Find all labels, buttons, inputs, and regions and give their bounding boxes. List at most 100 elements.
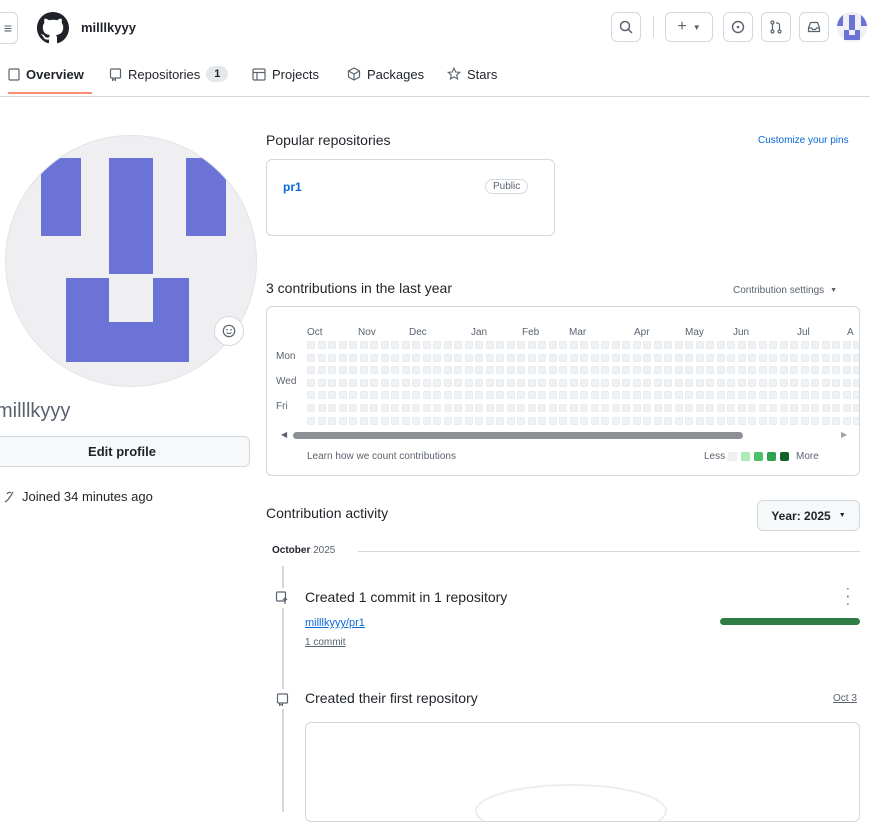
contribution-day-cell[interactable] <box>527 366 536 375</box>
contribution-day-cell[interactable] <box>821 416 830 425</box>
contribution-day-cell[interactable] <box>538 391 546 400</box>
contribution-day-cell[interactable] <box>527 378 536 387</box>
contribution-day-cell[interactable] <box>538 404 546 412</box>
contribution-day-cell[interactable] <box>338 353 347 362</box>
contribution-day-cell[interactable] <box>769 404 777 412</box>
contribution-day-cell[interactable] <box>779 341 788 349</box>
contribution-day-cell[interactable] <box>695 366 704 375</box>
contribution-day-cell[interactable] <box>485 404 494 412</box>
contribution-day-cell[interactable] <box>464 378 473 387</box>
contribution-day-cell[interactable] <box>548 366 557 375</box>
contribution-day-cell[interactable] <box>517 378 525 387</box>
contribution-day-cell[interactable] <box>580 404 588 412</box>
contribution-day-cell[interactable] <box>433 378 441 387</box>
contribution-day-cell[interactable] <box>538 378 546 387</box>
contribution-day-cell[interactable] <box>716 341 725 349</box>
contribution-day-cell[interactable] <box>727 416 735 425</box>
contribution-day-cell[interactable] <box>506 391 515 400</box>
contribution-day-cell[interactable] <box>695 404 704 412</box>
contribution-day-cell[interactable] <box>748 404 756 412</box>
contribution-day-cell[interactable] <box>685 391 693 400</box>
contribution-day-cell[interactable] <box>632 378 641 387</box>
contribution-day-cell[interactable] <box>842 366 851 375</box>
contribution-day-cell[interactable] <box>695 391 704 400</box>
contribution-day-cell[interactable] <box>422 416 431 425</box>
contribution-day-cell[interactable] <box>800 391 809 400</box>
contribution-day-cell[interactable] <box>716 416 725 425</box>
contribution-day-cell[interactable] <box>569 341 578 349</box>
contribution-day-cell[interactable] <box>748 378 756 387</box>
contribution-day-cell[interactable] <box>443 378 452 387</box>
contribution-day-cell[interactable] <box>433 353 441 362</box>
commit-count-link[interactable]: 1 commit <box>305 637 346 648</box>
learn-contributions-link[interactable]: Learn how we count contributions <box>307 451 456 462</box>
contribution-day-cell[interactable] <box>506 366 515 375</box>
contribution-day-cell[interactable] <box>464 341 473 349</box>
contribution-day-cell[interactable] <box>769 341 777 349</box>
contribution-day-cell[interactable] <box>380 341 389 349</box>
contribution-day-cell[interactable] <box>391 404 399 412</box>
contribution-day-cell[interactable] <box>412 341 420 349</box>
contribution-day-cell[interactable] <box>349 378 357 387</box>
contribution-day-cell[interactable] <box>800 404 809 412</box>
contribution-day-cell[interactable] <box>611 353 620 362</box>
contribution-day-cell[interactable] <box>674 391 683 400</box>
contribution-day-cell[interactable] <box>433 404 441 412</box>
contribution-day-cell[interactable] <box>664 378 672 387</box>
tab-packages[interactable]: Packages <box>347 64 424 84</box>
contribution-day-cell[interactable] <box>391 391 399 400</box>
contribution-day-cell[interactable] <box>800 416 809 425</box>
contribution-day-cell[interactable] <box>317 353 326 362</box>
contribution-day-cell[interactable] <box>443 353 452 362</box>
contribution-day-cell[interactable] <box>328 378 336 387</box>
contribution-day-cell[interactable] <box>317 341 326 349</box>
contribution-day-cell[interactable] <box>800 353 809 362</box>
contribution-day-cell[interactable] <box>454 341 462 349</box>
contribution-day-cell[interactable] <box>559 391 567 400</box>
contribution-day-cell[interactable] <box>391 353 399 362</box>
contribution-day-cell[interactable] <box>590 353 599 362</box>
contribution-day-cell[interactable] <box>496 378 504 387</box>
contribution-day-cell[interactable] <box>758 416 767 425</box>
contribution-day-cell[interactable] <box>548 416 557 425</box>
contribution-day-cell[interactable] <box>832 404 840 412</box>
contribution-day-cell[interactable] <box>632 391 641 400</box>
contribution-day-cell[interactable] <box>643 404 651 412</box>
contribution-day-cell[interactable] <box>328 391 336 400</box>
contribution-day-cell[interactable] <box>811 404 819 412</box>
contribution-day-cell[interactable] <box>443 391 452 400</box>
contribution-day-cell[interactable] <box>580 341 588 349</box>
contribution-day-cell[interactable] <box>685 341 693 349</box>
contribution-day-cell[interactable] <box>349 416 357 425</box>
contribution-day-cell[interactable] <box>349 353 357 362</box>
contribution-day-cell[interactable] <box>307 416 315 425</box>
contribution-day-cell[interactable] <box>569 404 578 412</box>
contribution-day-cell[interactable] <box>464 416 473 425</box>
contribution-day-cell[interactable] <box>422 366 431 375</box>
contribution-day-cell[interactable] <box>842 341 851 349</box>
contribution-day-cell[interactable] <box>790 366 798 375</box>
contribution-day-cell[interactable] <box>517 416 525 425</box>
contribution-day-cell[interactable] <box>475 341 483 349</box>
contribution-day-cell[interactable] <box>475 404 483 412</box>
contribution-day-cell[interactable] <box>527 391 536 400</box>
contribution-day-cell[interactable] <box>412 404 420 412</box>
contribution-day-cell[interactable] <box>611 391 620 400</box>
contribution-day-cell[interactable] <box>674 404 683 412</box>
contribution-day-cell[interactable] <box>422 391 431 400</box>
contribution-day-cell[interactable] <box>338 378 347 387</box>
contribution-day-cell[interactable] <box>716 378 725 387</box>
commit-repo-link[interactable]: milllkyyy/pr1 <box>305 617 365 629</box>
contribution-day-cell[interactable] <box>695 353 704 362</box>
contribution-day-cell[interactable] <box>548 353 557 362</box>
contribution-day-cell[interactable] <box>307 353 315 362</box>
contribution-day-cell[interactable] <box>653 341 662 349</box>
contribution-day-cell[interactable] <box>496 341 504 349</box>
contribution-day-cell[interactable] <box>454 366 462 375</box>
contribution-day-cell[interactable] <box>359 366 368 375</box>
contribution-day-cell[interactable] <box>769 366 777 375</box>
contribution-day-cell[interactable] <box>601 404 609 412</box>
contribution-day-cell[interactable] <box>706 341 714 349</box>
contribution-day-cell[interactable] <box>622 341 630 349</box>
contribution-day-cell[interactable] <box>527 416 536 425</box>
